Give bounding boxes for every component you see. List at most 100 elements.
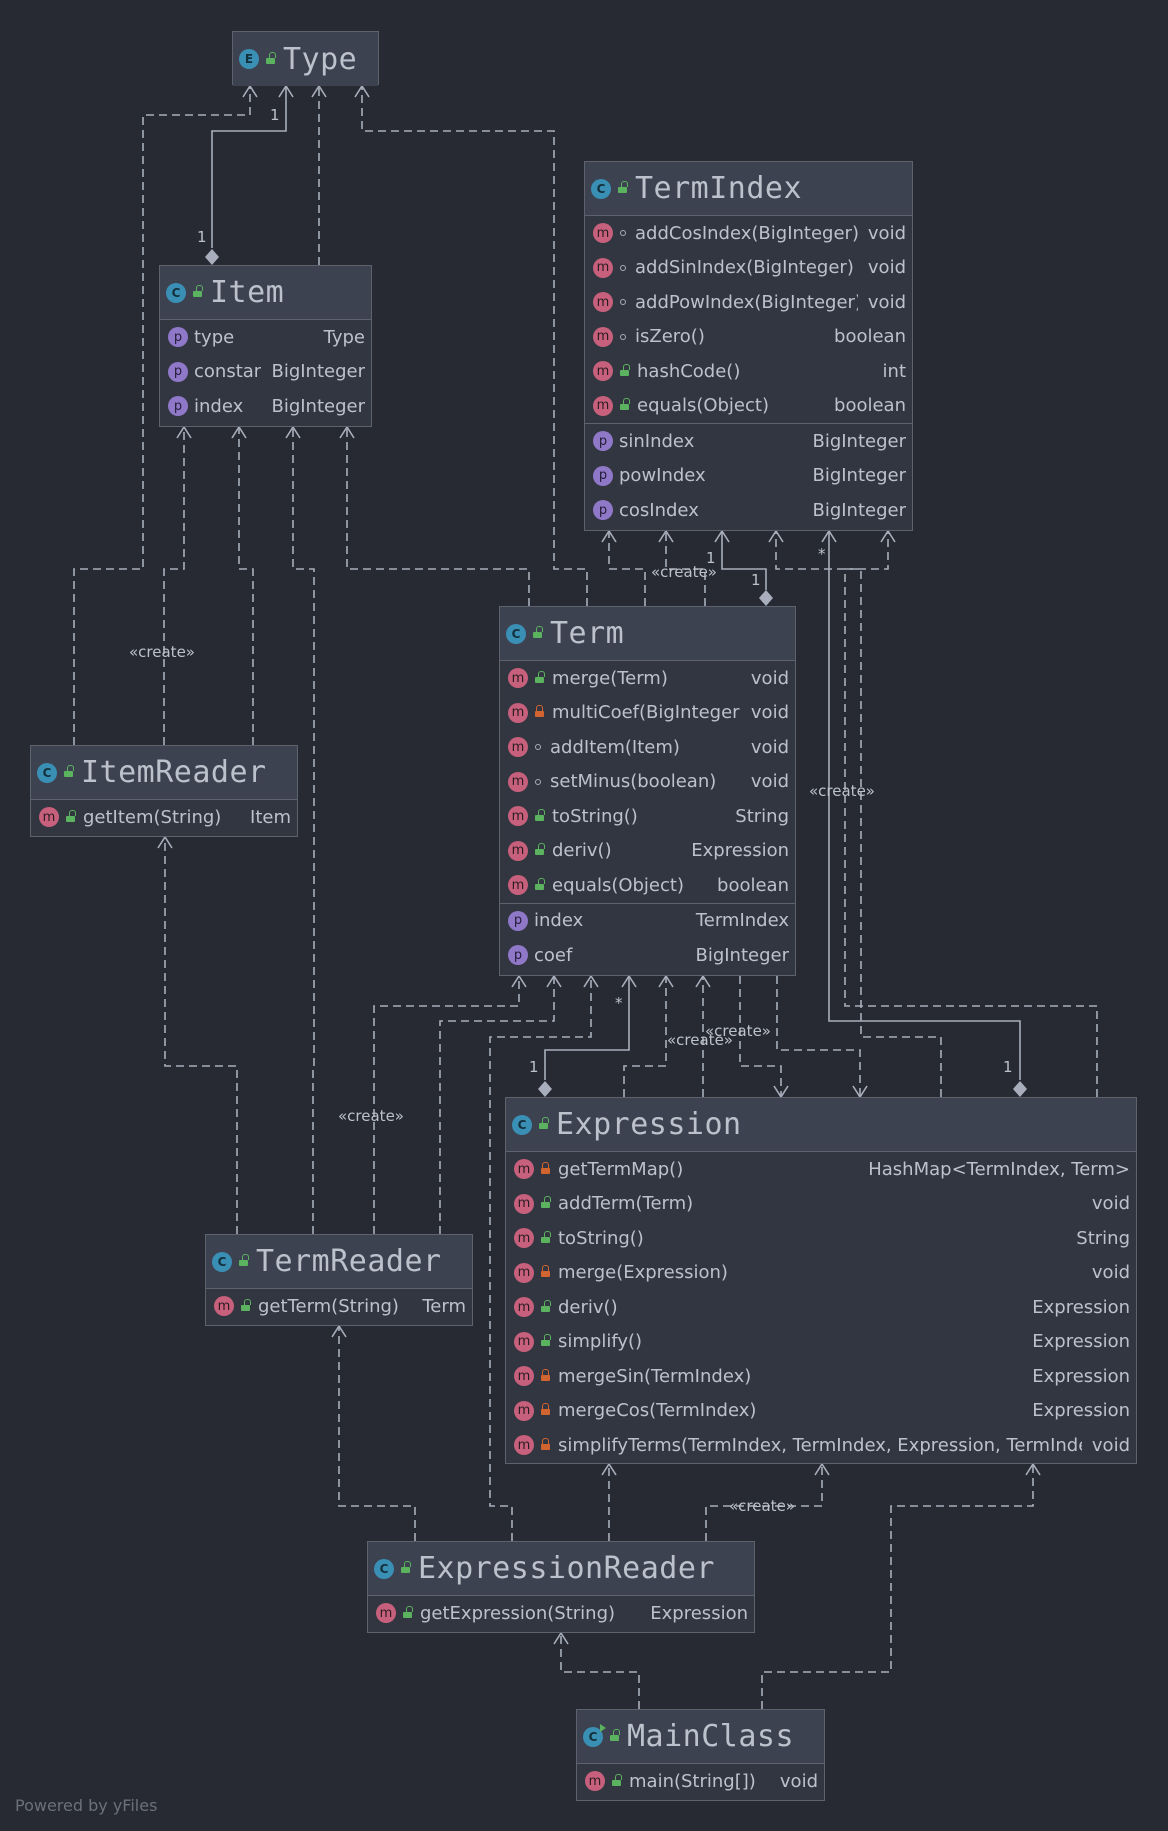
- method-row[interactable]: m equals(Object) boolean: [500, 868, 795, 903]
- class-node-termindex[interactable]: C TermIndex m addCosIndex(BigInteger) void m a…: [584, 161, 913, 531]
- method-row[interactable]: m equals(Object) boolean: [585, 389, 912, 424]
- method-row[interactable]: m addTerm(Term) void: [506, 1187, 1136, 1222]
- method-row[interactable]: m setMinus(boolean) void: [500, 765, 795, 800]
- class-node-expression[interactable]: C Expression m getTermMap() HashMap<TermInde…: [505, 1097, 1137, 1464]
- member-type: void: [1091, 1193, 1130, 1215]
- member-type: void: [750, 667, 789, 689]
- class-node-item[interactable]: CItemptypeTypepconstantBigIntegerpindexB…: [159, 265, 372, 427]
- member-type: Expression: [650, 1602, 748, 1624]
- method-row[interactable]: m multiCoef(BigInteger) void: [500, 696, 795, 731]
- method-row[interactable]: m deriv() Expression: [506, 1290, 1136, 1325]
- public-visibility-icon: [400, 1561, 411, 1573]
- class-header: C Term: [500, 607, 795, 661]
- member-name: getTermMap(): [558, 1158, 684, 1180]
- method-icon: m: [593, 223, 613, 244]
- method-icon: m: [508, 737, 528, 758]
- method-row[interactable]: m addCosIndex(BigInteger) void: [585, 216, 912, 251]
- method-row[interactable]: m deriv() Expression: [500, 834, 795, 869]
- member-name: mergeSin(TermIndex): [558, 1365, 752, 1387]
- method-icon: m: [376, 1603, 396, 1624]
- member-name: addTerm(Term): [558, 1193, 694, 1215]
- method-row[interactable]: m addPowIndex(BigInteger) void: [585, 285, 912, 320]
- property-row[interactable]: p constant BigInteger: [160, 355, 371, 390]
- edge-termreader-itemreader: [164, 837, 238, 1234]
- member-type: BigInteger: [812, 499, 906, 521]
- class-header: E Type: [233, 32, 378, 86]
- edge-expression-termindex-b: [844, 531, 1098, 1097]
- method-row[interactable]: m main(String[]) void: [577, 1764, 824, 1799]
- property-row[interactable]: p index TermIndex: [500, 904, 795, 939]
- member-type: Term: [422, 1295, 466, 1317]
- method-row[interactable]: m merge(Expression) void: [506, 1256, 1136, 1291]
- member-type: boolean: [834, 395, 906, 417]
- class-icon: C: [37, 762, 57, 783]
- method-row[interactable]: m getItem(String) Item: [31, 800, 297, 835]
- property-row[interactable]: p coef BigInteger: [500, 938, 795, 973]
- method-row[interactable]: m mergeSin(TermIndex) Expression: [506, 1359, 1136, 1394]
- method-row[interactable]: m toString() String: [500, 799, 795, 834]
- private-visibility-icon: [540, 1437, 551, 1450]
- property-icon: p: [168, 327, 188, 348]
- method-icon: m: [514, 1228, 534, 1249]
- property-row[interactable]: p sinIndex BigInteger: [585, 424, 912, 459]
- member-name: coef: [534, 944, 573, 966]
- method-row[interactable]: m getTerm(String) Term: [206, 1289, 472, 1324]
- method-row[interactable]: m addSinIndex(BigInteger) void: [585, 251, 912, 286]
- method-icon: m: [514, 1366, 534, 1387]
- edge-expression-term-a: [623, 976, 667, 1097]
- method-row[interactable]: m simplify() Expression: [506, 1325, 1136, 1360]
- label-create-itemreader-item: «create»: [129, 643, 195, 661]
- class-node-itemreader[interactable]: C ItemReader m getItem(String) Item: [30, 745, 298, 837]
- public-visibility-icon: [534, 843, 545, 856]
- public-visibility-icon: [402, 1605, 413, 1618]
- edge-itemreader-item-b: [238, 427, 254, 745]
- edge-expression-termindex-a: [775, 531, 942, 1097]
- mult-term-star: *: [615, 994, 623, 1012]
- member-section: m addCosIndex(BigInteger) void m addSinIndex…: [585, 216, 912, 423]
- member-type: void: [867, 291, 906, 313]
- method-row[interactable]: m mergeCos(TermIndex) Expression: [506, 1394, 1136, 1429]
- member-name: constant: [194, 361, 262, 383]
- public-visibility-icon: [540, 1230, 551, 1243]
- method-row[interactable]: m simplifyTerms(TermIndex, TermIndex, Exp…: [506, 1428, 1136, 1463]
- property-row[interactable]: p powIndex BigInteger: [585, 459, 912, 494]
- method-icon: m: [508, 702, 528, 723]
- method-row[interactable]: m isZero() boolean: [585, 320, 912, 355]
- member-type: Item: [250, 806, 291, 828]
- method-row[interactable]: m getExpression(String) Expression: [368, 1596, 754, 1631]
- public-visibility-icon: [192, 285, 203, 297]
- main-class-icon: C: [583, 1723, 606, 1747]
- method-icon: m: [508, 806, 528, 827]
- public-visibility-icon: [611, 1773, 622, 1786]
- class-node-expressionreader[interactable]: C ExpressionReader m getExpression(String) E…: [367, 1541, 755, 1633]
- method-row[interactable]: m addItem(Item) void: [500, 730, 795, 765]
- member-type: void: [750, 702, 789, 724]
- property-row[interactable]: p cosIndex BigInteger: [585, 493, 912, 528]
- package-visibility-icon: [620, 333, 626, 340]
- class-node-type[interactable]: E Type: [232, 31, 379, 86]
- method-row[interactable]: m toString() String: [506, 1221, 1136, 1256]
- member-type: boolean: [834, 326, 906, 348]
- mult-expression-1-left: 1: [529, 1058, 539, 1076]
- method-icon: m: [514, 1193, 534, 1214]
- class-node-term[interactable]: C Term m merge(Term) void m multiCoef(BigInteg…: [499, 606, 796, 976]
- package-visibility-icon: [535, 744, 541, 751]
- member-section: p index TermIndex p coef BigInteger: [500, 902, 795, 973]
- class-node-mainclass[interactable]: C MainClass m main(String[]) void: [576, 1709, 825, 1801]
- property-row[interactable]: p index BigInteger: [160, 389, 371, 424]
- property-row[interactable]: p type Type: [160, 320, 371, 355]
- property-icon: p: [508, 910, 528, 931]
- edge-expressionreader-termreader: [338, 1326, 416, 1541]
- member-type: BigInteger: [812, 430, 906, 452]
- method-row[interactable]: m getTermMap() HashMap<TermIndex, Term>: [506, 1152, 1136, 1187]
- method-row[interactable]: m hashCode() int: [585, 354, 912, 389]
- member-type: Expression: [1032, 1331, 1130, 1353]
- method-icon: m: [508, 668, 528, 689]
- method-row[interactable]: m merge(Term) void: [500, 661, 795, 696]
- class-title: Type: [283, 41, 358, 77]
- class-node-termreader[interactable]: C TermReader m getTerm(String) Term: [205, 1234, 473, 1326]
- class-icon: C: [506, 623, 526, 644]
- composition-diamond: [205, 249, 219, 265]
- class-title: Item: [210, 275, 285, 310]
- public-visibility-icon: [609, 1729, 620, 1741]
